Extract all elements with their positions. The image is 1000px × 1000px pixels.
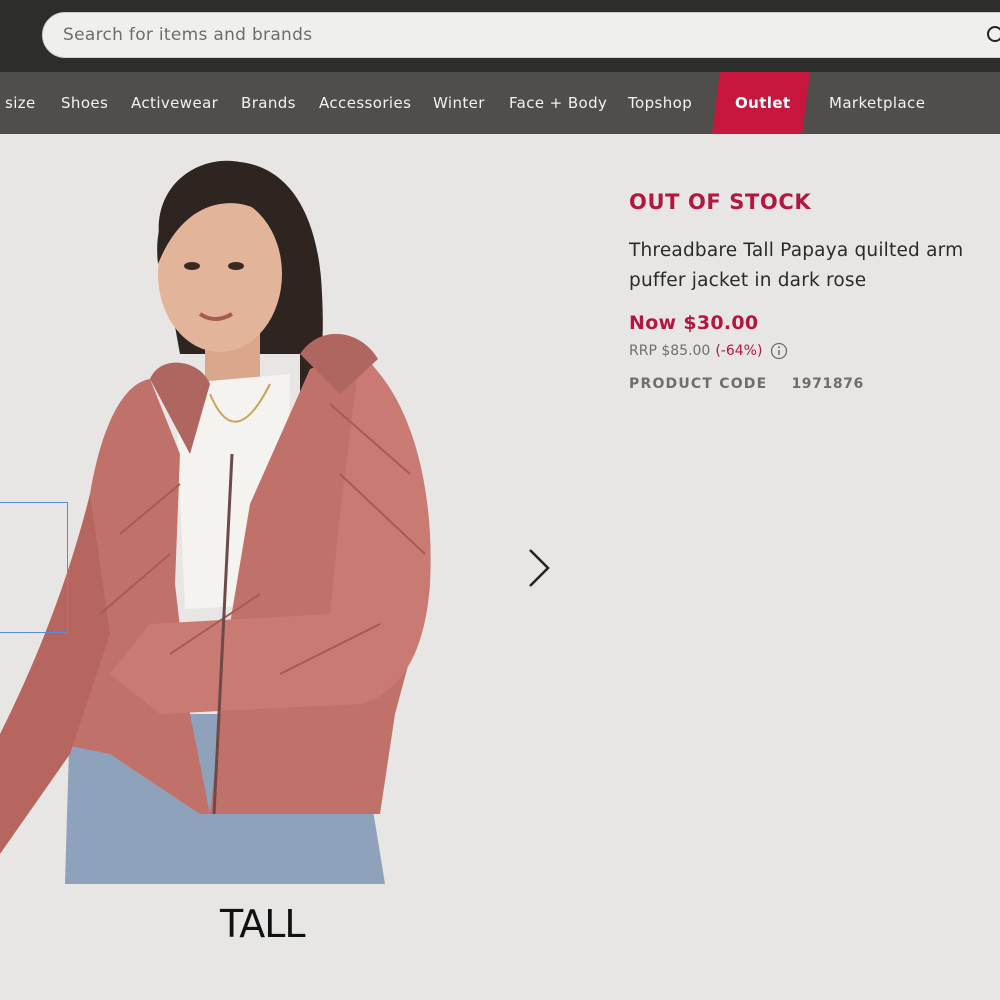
product-image[interactable] [0, 154, 520, 884]
stock-status: OUT OF STOCK [629, 190, 812, 214]
product-details: OUT OF STOCK Threadbare Tall Papaya quil… [629, 190, 989, 392]
fit-label: TALL [220, 902, 306, 946]
nav-item-face-body[interactable]: Face + Body [509, 72, 607, 134]
category-nav: size Shoes Activewear Brands Accessories… [0, 72, 1000, 134]
product-code-label: PRODUCT CODE [629, 376, 768, 392]
nav-item-activewear[interactable]: Activewear [131, 72, 218, 134]
search-icon[interactable] [986, 25, 1000, 47]
nav-item-winter[interactable]: Winter [433, 72, 485, 134]
nav-item-brands[interactable]: Brands [241, 72, 296, 134]
product-code-value: 1971876 [791, 376, 864, 392]
nav-item-size[interactable]: size [5, 72, 36, 134]
nav-item-marketplace[interactable]: Marketplace [829, 72, 925, 134]
image-selection-frame[interactable] [0, 502, 68, 633]
search-input[interactable] [63, 13, 963, 57]
chevron-right-icon[interactable] [524, 546, 554, 590]
nav-item-topshop[interactable]: Topshop [628, 72, 692, 134]
top-bar [0, 0, 1000, 72]
product-code-row: PRODUCT CODE 1971876 [629, 376, 989, 392]
discount-percent: (-64%) [715, 343, 763, 359]
nav-item-shoes[interactable]: Shoes [61, 72, 108, 134]
nav-item-accessories[interactable]: Accessories [319, 72, 411, 134]
search-bar[interactable] [42, 12, 1000, 58]
price-now: Now $30.00 [629, 312, 759, 334]
nav-item-outlet[interactable]: Outlet [735, 72, 791, 134]
price-rrp-row: RRP $85.00 (-64%) [629, 342, 989, 360]
info-icon[interactable] [770, 342, 788, 360]
product-title: Threadbare Tall Papaya quilted arm puffe… [629, 240, 964, 291]
rrp-price: RRP $85.00 [629, 343, 711, 359]
product-gallery: TALL [0, 134, 600, 1000]
